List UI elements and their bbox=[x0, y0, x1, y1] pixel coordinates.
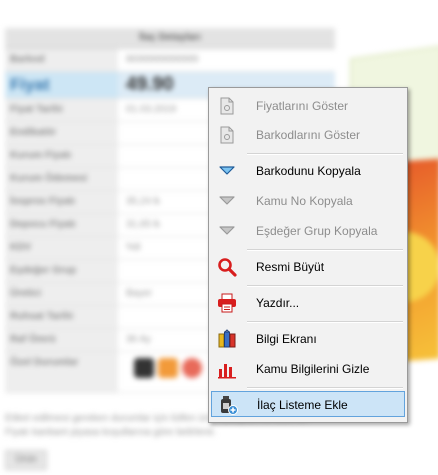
menu-item-label: Yazdır... bbox=[256, 296, 300, 310]
menu-item-label: İlaç Listeme Ekle bbox=[257, 398, 348, 412]
row-label: Kurum Ödemesi bbox=[5, 168, 118, 190]
row-label: Barkod bbox=[5, 49, 118, 71]
menu-item-label: Bilgi Ekranı bbox=[256, 332, 317, 346]
row-label: Kurum Fiyatı bbox=[5, 145, 118, 167]
context-menu: Fiyatlarını Göster Barkodlarını Göster B… bbox=[208, 87, 408, 423]
menu-separator bbox=[247, 387, 403, 389]
menu-item-print[interactable]: Yazdır... bbox=[211, 290, 405, 316]
menu-separator bbox=[247, 285, 403, 287]
menu-item-label: Fiyatlarını Göster bbox=[256, 99, 349, 113]
row-label: Fiyat bbox=[5, 72, 118, 98]
triangle-down-icon bbox=[217, 161, 237, 181]
row-label: KDV bbox=[5, 237, 118, 259]
table-header: İlaç Detayları bbox=[5, 28, 335, 49]
menu-separator bbox=[247, 153, 403, 155]
row-value: 8699999999999 bbox=[126, 54, 199, 65]
menu-item-label: Barkodlarını Göster bbox=[256, 128, 361, 142]
row-label: Özel Durumlar bbox=[5, 352, 118, 392]
menu-item-label: Eşdeğer Grup Kopyala bbox=[256, 224, 378, 238]
status-icon bbox=[158, 358, 178, 378]
menu-separator bbox=[247, 249, 403, 251]
info-screen-icon bbox=[217, 329, 237, 349]
menu-item-label: Kamu Bilgilerini Gizle bbox=[256, 362, 370, 376]
row-label: Endikatör bbox=[5, 122, 118, 144]
menu-item-copy-public-no[interactable]: Kamu No Kopyala bbox=[211, 188, 405, 214]
menu-item-hide-public-info[interactable]: Kamu Bilgilerini Gizle bbox=[211, 356, 405, 382]
triangle-down-icon bbox=[217, 221, 237, 241]
triangle-down-icon bbox=[217, 191, 237, 211]
magnifier-icon bbox=[217, 257, 237, 277]
document-icon bbox=[217, 96, 237, 116]
menu-item-enlarge-image[interactable]: Resmi Büyüt bbox=[211, 254, 405, 280]
menu-item-show-barcodes[interactable]: Barkodlarını Göster bbox=[211, 122, 405, 148]
menu-item-add-to-medicine-list[interactable]: İlaç Listeme Ekle bbox=[211, 391, 405, 417]
menu-item-label: Resmi Büyüt bbox=[256, 260, 325, 274]
menu-item-info-screen[interactable]: Bilgi Ekranı bbox=[211, 326, 405, 352]
menu-separator bbox=[247, 321, 403, 323]
product-button[interactable]: Ürün bbox=[5, 450, 47, 470]
row-label: Depocu Fiyatı bbox=[5, 214, 118, 236]
menu-item-copy-barcode[interactable]: Barkodunu Kopyala bbox=[211, 158, 405, 184]
row-label: Eşdeğer Grup bbox=[5, 260, 118, 282]
row-label: Raf Ömrü bbox=[5, 329, 118, 351]
document-icon bbox=[217, 125, 237, 145]
printer-icon bbox=[217, 293, 237, 313]
bar-chart-icon bbox=[217, 359, 237, 379]
row-label: Üretici bbox=[5, 283, 118, 305]
table-row: Barkod 8699999999999 bbox=[5, 49, 335, 72]
add-medicine-icon bbox=[218, 395, 238, 415]
menu-item-label: Barkodunu Kopyala bbox=[256, 164, 361, 178]
row-label: İnsprox Fiyatı bbox=[5, 191, 118, 213]
status-icon bbox=[182, 358, 202, 378]
menu-item-label: Kamu No Kopyala bbox=[256, 194, 353, 208]
row-label: Ruhsat Tarihi bbox=[5, 306, 118, 328]
menu-item-show-prices[interactable]: Fiyatlarını Göster bbox=[211, 93, 405, 119]
row-label: Fiyat Tarihi bbox=[5, 99, 118, 121]
menu-item-copy-equivalent-group[interactable]: Eşdeğer Grup Kopyala bbox=[211, 218, 405, 244]
status-icon bbox=[134, 358, 154, 378]
